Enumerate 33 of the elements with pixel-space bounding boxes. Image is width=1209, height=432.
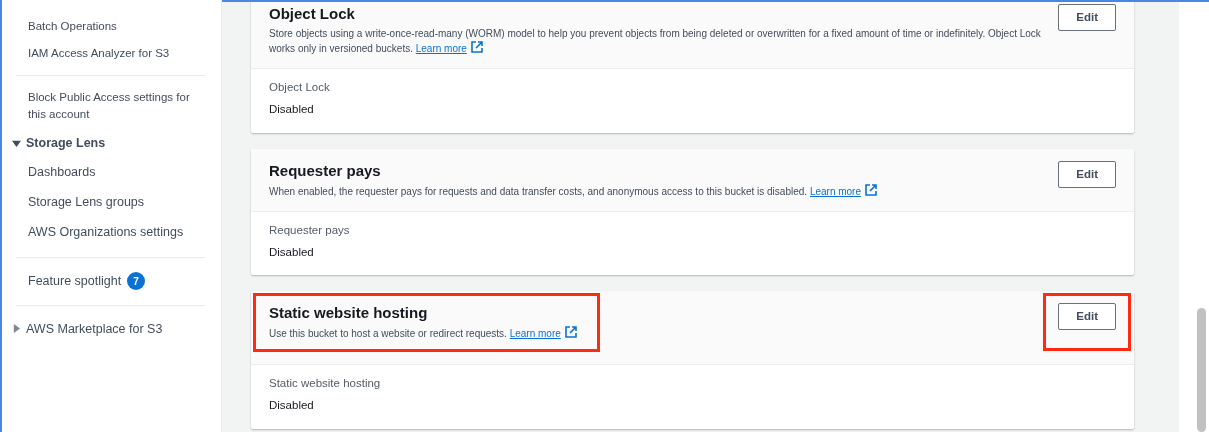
learn-more-link[interactable]: Learn more [415, 43, 483, 54]
external-link-icon [470, 41, 483, 53]
field-label: Object Lock [269, 80, 331, 95]
nav-link[interactable]: IAM Access Analyzer for S3 [28, 45, 198, 62]
nav-link[interactable]: AWS Organizations settings [28, 224, 184, 239]
card-title: Object Lock [269, 4, 356, 24]
nav-link[interactable]: Feature spotlight [28, 271, 122, 291]
count-badge: 7 [127, 272, 146, 291]
card-title: Static website hosting [269, 303, 429, 323]
nav-section-header[interactable]: AWS Marketplace for S3 [26, 319, 163, 339]
nav-section-header[interactable]: Storage Lens [26, 134, 106, 153]
nav-link[interactable]: Batch Operations [28, 18, 198, 35]
field-value: Disabled [269, 244, 315, 260]
edit-button[interactable]: Edit [1058, 160, 1116, 188]
card-description: Store objects using a write-once-read-many (WORM) model to help you prevent objects from being deleted or overwritten for a fixed amount of time or indefinitely. Object Lock works only in versioned buckets. Learn more [269, 27, 1042, 56]
field-value: Disabled [269, 102, 315, 118]
card-title: Requester pays [269, 160, 382, 181]
nav-link[interactable]: Dashboards [28, 164, 96, 179]
learn-more-link[interactable]: Learn more [809, 185, 877, 197]
nav-link[interactable]: Storage Lens groups [28, 194, 145, 209]
scrollbar[interactable] [1197, 308, 1206, 432]
edit-button[interactable]: Edit [1058, 4, 1116, 32]
external-link-icon [564, 326, 577, 338]
learn-more-link[interactable]: Learn more [509, 328, 577, 339]
field-label: Static website hosting [269, 376, 382, 391]
field-label: Requester pays [269, 222, 351, 238]
field-value: Disabled [269, 398, 315, 414]
external-link-icon [865, 183, 877, 196]
edit-button[interactable]: Edit [1058, 303, 1116, 331]
card-description: When enabled, the requester pays for requests and data transfer costs, and anonymous access to this bucket is disabled. Learn more [269, 183, 877, 199]
nav-link[interactable]: Block Public Access settings for this account [28, 89, 198, 123]
caret-icon[interactable] [12, 138, 21, 148]
card-description: Use this bucket to host a website or redirect requests. Learn more [269, 326, 577, 341]
